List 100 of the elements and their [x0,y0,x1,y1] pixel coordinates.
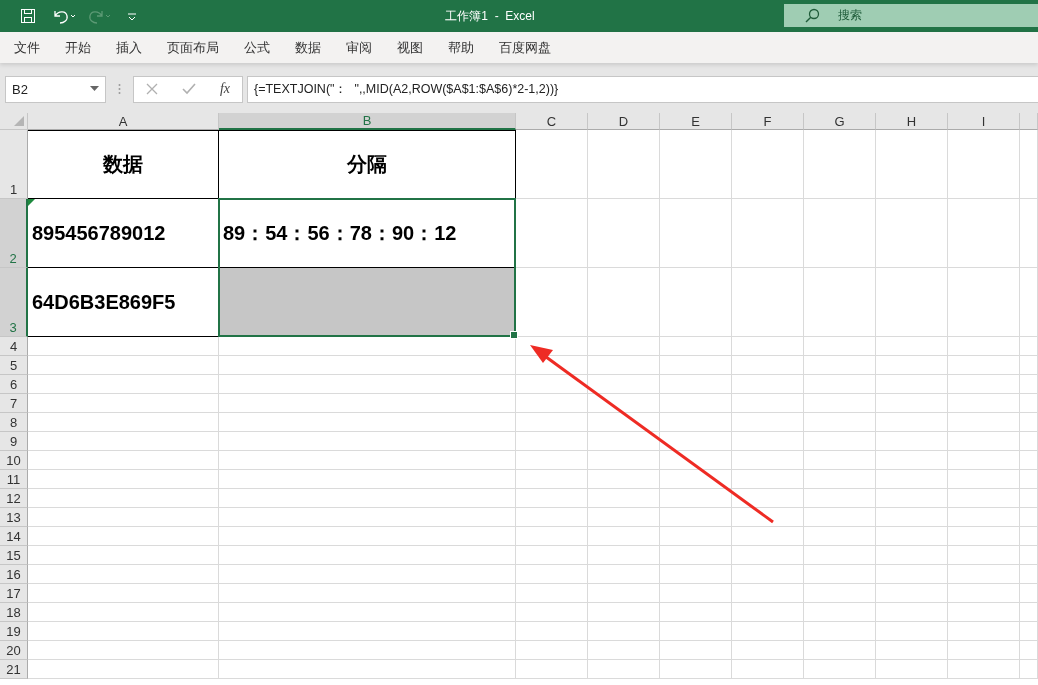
empty-cell [804,660,876,679]
empty-cell [804,489,876,508]
empty-cell [876,565,948,584]
empty-cell [732,432,804,451]
empty-cell [516,199,588,268]
row-header[interactable]: 16 [0,565,28,584]
empty-cell [732,546,804,565]
row-header[interactable]: 17 [0,584,28,603]
formula-field[interactable]: {=TEXTJOIN("： ",,MID(A2,ROW($A$1:$A$6)*2-1,2))} [247,75,1038,103]
column-header[interactable]: B [219,113,516,130]
menu-item[interactable]: 开始 [57,38,99,57]
empty-cell [948,622,1020,641]
column-header[interactable]: G [804,113,876,130]
insert-function-button[interactable]: fx [219,81,230,97]
empty-cell [804,432,876,451]
empty-cell [516,641,588,660]
row-header[interactable]: 10 [0,451,28,470]
row-header[interactable]: 4 [0,337,28,356]
fill-handle[interactable] [510,331,518,339]
empty-cell [948,375,1020,394]
empty-cell [732,641,804,660]
row-header[interactable]: 14 [0,527,28,546]
row-header[interactable]: 7 [0,394,28,413]
empty-cell [1020,660,1038,679]
empty-cell [732,603,804,622]
column-header[interactable]: H [876,113,948,130]
empty-cell [876,413,948,432]
menu-item[interactable]: 文件 [6,38,48,57]
empty-cell [732,489,804,508]
menu-item[interactable]: 数据 [287,38,329,57]
column-header[interactable]: E [660,113,732,130]
row-header[interactable]: 21 [0,660,28,679]
empty-cell [948,130,1020,199]
check-icon[interactable] [181,83,196,95]
empty-cell [588,268,660,337]
row-header[interactable]: 13 [0,508,28,527]
menu-item[interactable]: 审阅 [338,38,380,57]
menu-item[interactable]: 百度网盘 [491,38,559,57]
name-box[interactable]: B2 [5,75,106,103]
menu-item[interactable]: 帮助 [440,38,482,57]
row-header[interactable]: 5 [0,356,28,375]
empty-cell [732,394,804,413]
row-header[interactable]: 19 [0,622,28,641]
menu-item[interactable]: 页面布局 [159,38,227,57]
row-header[interactable]: 2 [0,199,28,268]
row-header[interactable]: 8 [0,413,28,432]
row-header[interactable]: 1 [0,130,28,199]
menu-item[interactable]: 公式 [236,38,278,57]
empty-cell [948,565,1020,584]
empty-cell [876,432,948,451]
customize-caret-icon[interactable] [126,10,138,22]
drag-handle-icon[interactable] [118,83,121,95]
empty-cell [516,375,588,394]
row-header[interactable]: 20 [0,641,28,660]
empty-cell [804,641,876,660]
row-header[interactable]: 15 [0,546,28,565]
empty-cell [660,508,732,527]
row-header[interactable]: 3 [0,268,28,337]
empty-cell [804,470,876,489]
row-header[interactable]: 18 [0,603,28,622]
search-icon [804,7,820,24]
empty-cell [876,356,948,375]
dropdown-caret-icon[interactable] [90,86,99,92]
empty-cell [732,565,804,584]
column-header[interactable]: D [588,113,660,130]
empty-cell [948,470,1020,489]
row-header[interactable]: 6 [0,375,28,394]
empty-cell [948,268,1020,337]
undo-icon[interactable] [52,8,76,24]
save-icon[interactable] [20,8,36,24]
empty-cell [516,565,588,584]
row-header[interactable]: 9 [0,432,28,451]
column-header[interactable]: F [732,113,804,130]
menu-item[interactable]: 插入 [108,38,150,57]
search-field[interactable]: 搜索 [784,4,1038,27]
empty-cell [876,394,948,413]
column-header[interactable]: C [516,113,588,130]
empty-cell [516,470,588,489]
menu-item[interactable]: 视图 [389,38,431,57]
empty-cell [1020,565,1038,584]
empty-cell [804,603,876,622]
empty-cell [1020,199,1038,268]
empty-cell [732,337,804,356]
empty-cell [804,130,876,199]
empty-cell [1020,622,1038,641]
empty-cell [588,199,660,268]
empty-cell [876,489,948,508]
empty-cell [948,356,1020,375]
column-header[interactable]: A [28,113,219,130]
empty-cell [948,413,1020,432]
row-header[interactable]: 12 [0,489,28,508]
empty-cell [804,584,876,603]
empty-cell [660,546,732,565]
empty-cell [804,527,876,546]
empty-cell [660,603,732,622]
table-cell: 数据 [28,130,219,199]
column-header[interactable]: I [948,113,1020,130]
empty-cell [660,470,732,489]
row-header[interactable]: 11 [0,470,28,489]
empty-cell [804,451,876,470]
